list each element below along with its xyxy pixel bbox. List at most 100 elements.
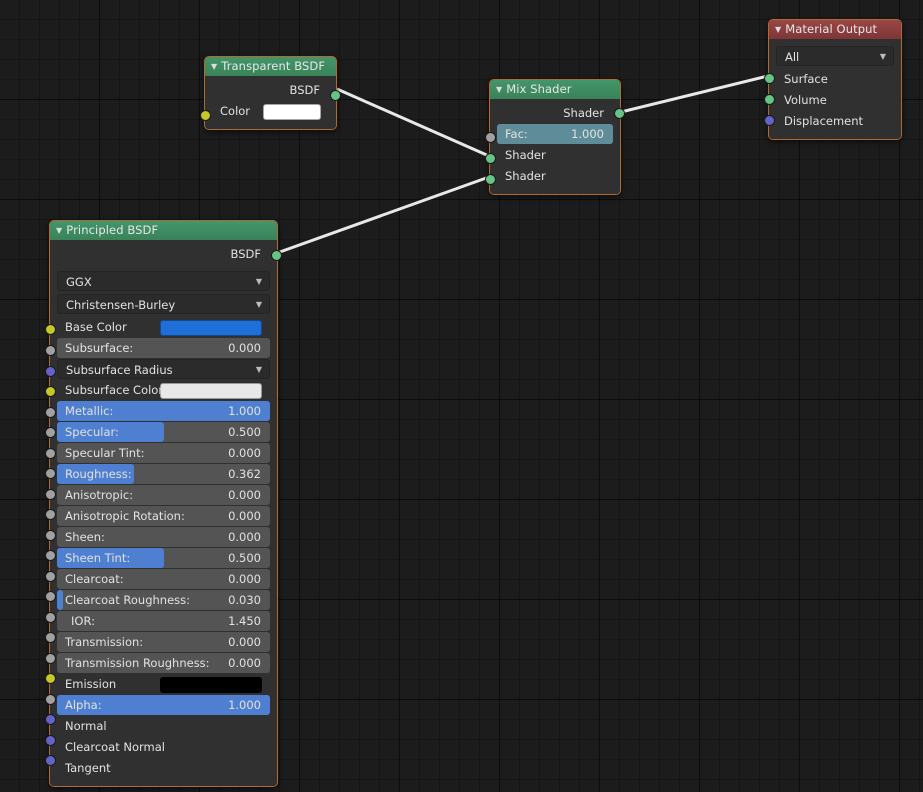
- input-row-emission[interactable]: Emission: [57, 674, 270, 694]
- input-row-volume[interactable]: Volume: [776, 90, 894, 110]
- input-row-sheen-tint[interactable]: Sheen Tint: 0.500: [57, 548, 270, 568]
- output-label-shader: Shader: [563, 106, 604, 120]
- input-row-subsurface[interactable]: Subsurface: 0.000: [57, 338, 270, 358]
- input-label-fac: Fac:: [505, 127, 528, 141]
- socket-input-displacement[interactable]: [764, 115, 775, 126]
- input-row-color[interactable]: Color: [212, 101, 329, 121]
- node-title-principled-bsdf: Principled BSDF: [66, 223, 159, 237]
- input-value-specular: 0.500: [228, 425, 261, 439]
- input-value-fac: 1.000: [571, 127, 604, 141]
- input-row-clearcoat-roughness[interactable]: Clearcoat Roughness: 0.030: [57, 590, 270, 610]
- socket-input-fac[interactable]: [485, 132, 496, 143]
- input-row-transmission[interactable]: Transmission: 0.000: [57, 632, 270, 652]
- input-row-normal[interactable]: Normal: [57, 716, 270, 736]
- input-row-metallic[interactable]: Metallic: 1.000: [57, 401, 270, 421]
- socket-input-alpha[interactable]: [45, 694, 56, 705]
- triangle-down-icon[interactable]: ▼: [775, 20, 781, 39]
- node-header-material-output[interactable]: ▼ Material Output: [769, 20, 901, 39]
- dropdown-target[interactable]: All ▼: [776, 46, 894, 66]
- socket-output-shader[interactable]: [614, 108, 625, 119]
- socket-input-subsurface-color[interactable]: [45, 386, 56, 397]
- triangle-down-icon[interactable]: ▼: [211, 57, 217, 76]
- input-label-sheen-tint: Sheen Tint:: [65, 551, 131, 565]
- node-body-mix-shader: Shader Fac: 1.000 Shader Shader: [490, 99, 620, 194]
- input-row-anisotropic[interactable]: Anisotropic: 0.000: [57, 485, 270, 505]
- input-label-clearcoat-normal: Clearcoat Normal: [65, 740, 166, 754]
- color-swatch-emission[interactable]: [160, 677, 262, 693]
- input-row-surface[interactable]: Surface: [776, 69, 894, 89]
- input-label-anisotropic-rotation: Anisotropic Rotation:: [65, 509, 185, 523]
- input-row-specular-tint[interactable]: Specular Tint: 0.000: [57, 443, 270, 463]
- node-title-transparent-bsdf: Transparent BSDF: [221, 59, 326, 73]
- socket-input-sheen[interactable]: [45, 530, 56, 541]
- socket-input-color[interactable]: [200, 110, 211, 121]
- input-row-roughness[interactable]: Roughness: 0.362: [57, 464, 270, 484]
- input-value-transmission-roughness: 0.000: [228, 656, 261, 670]
- socket-input-metallic[interactable]: [45, 407, 56, 418]
- input-row-ior[interactable]: IOR: 1.450: [57, 611, 270, 631]
- node-header-principled-bsdf[interactable]: ▼ Principled BSDF: [50, 221, 277, 240]
- input-row-shader-2[interactable]: Shader: [497, 166, 613, 186]
- input-label-anisotropic: Anisotropic:: [65, 488, 134, 502]
- socket-output-bsdf[interactable]: [330, 90, 341, 101]
- socket-input-ior[interactable]: [45, 612, 56, 623]
- input-value-transmission: 0.000: [228, 635, 261, 649]
- input-row-specular[interactable]: Specular: 0.500: [57, 422, 270, 442]
- socket-input-specular-tint[interactable]: [45, 448, 56, 459]
- input-row-clearcoat-normal[interactable]: Clearcoat Normal: [57, 737, 270, 757]
- socket-input-base-color[interactable]: [45, 324, 56, 335]
- socket-input-transmission-roughness[interactable]: [45, 653, 56, 664]
- socket-output-bsdf[interactable]: [271, 250, 282, 261]
- triangle-down-icon[interactable]: ▼: [496, 80, 502, 99]
- node-mix-shader[interactable]: ▼ Mix Shader Shader Fac: 1.000 Shader Sha…: [485, 79, 625, 195]
- socket-input-transmission[interactable]: [45, 632, 56, 643]
- socket-input-specular[interactable]: [45, 427, 56, 438]
- node-header-mix-shader[interactable]: ▼ Mix Shader: [490, 80, 620, 99]
- node-material-output[interactable]: ▼ Material Output All ▼ Surface Volume Di…: [764, 19, 902, 140]
- dropdown-distribution[interactable]: GGX ▼: [57, 271, 270, 291]
- node-transparent-bsdf[interactable]: ▼ Transparent BSDF BSDF Color: [200, 56, 341, 130]
- socket-input-clearcoat-roughness[interactable]: [45, 591, 56, 602]
- node-principled-bsdf[interactable]: ▼ Principled BSDF BSDF GGX ▼ Christensen-…: [45, 220, 282, 787]
- node-header-transparent-bsdf[interactable]: ▼ Transparent BSDF: [205, 57, 336, 76]
- input-row-subsurface-radius[interactable]: Subsurface Radius ▼: [57, 359, 270, 379]
- input-value-sheen-tint: 0.500: [228, 551, 261, 565]
- input-row-base-color[interactable]: Base Color: [57, 317, 270, 337]
- socket-input-tangent[interactable]: [45, 755, 56, 766]
- socket-input-shader-2[interactable]: [485, 174, 496, 185]
- input-row-clearcoat[interactable]: Clearcoat: 0.000: [57, 569, 270, 589]
- input-row-shader-1[interactable]: Shader: [497, 145, 613, 165]
- socket-input-anisotropic-rotation[interactable]: [45, 509, 56, 520]
- color-swatch-base-color[interactable]: [160, 320, 262, 336]
- color-swatch-transparent[interactable]: [263, 104, 321, 120]
- input-row-anisotropic-rotation[interactable]: Anisotropic Rotation: 0.000: [57, 506, 270, 526]
- socket-input-roughness[interactable]: [45, 468, 56, 479]
- socket-input-surface[interactable]: [764, 73, 775, 84]
- socket-input-anisotropic[interactable]: [45, 489, 56, 500]
- socket-input-shader-1[interactable]: [485, 153, 496, 164]
- node-title-material-output: Material Output: [785, 22, 878, 36]
- input-row-tangent[interactable]: Tangent: [57, 758, 270, 778]
- input-row-transmission-roughness[interactable]: Transmission Roughness: 0.000: [57, 653, 270, 673]
- socket-input-clearcoat[interactable]: [45, 571, 56, 582]
- input-value-metallic: 1.000: [228, 404, 261, 418]
- socket-input-clearcoat-normal[interactable]: [45, 735, 56, 746]
- socket-input-emission[interactable]: [45, 673, 56, 684]
- color-swatch-subsurface-color[interactable]: [160, 383, 262, 399]
- input-label-shader-2: Shader: [505, 169, 546, 183]
- input-label-subsurface-color: Subsurface Color: [65, 383, 164, 397]
- socket-input-subsurface-radius[interactable]: [45, 366, 56, 377]
- socket-input-normal[interactable]: [45, 714, 56, 725]
- input-label-ior: IOR:: [71, 614, 95, 628]
- socket-input-volume[interactable]: [764, 94, 775, 105]
- input-row-sheen[interactable]: Sheen: 0.000: [57, 527, 270, 547]
- input-row-alpha[interactable]: Alpha: 1.000: [57, 695, 270, 715]
- input-row-displacement[interactable]: Displacement: [776, 111, 894, 131]
- triangle-down-icon[interactable]: ▼: [56, 221, 62, 240]
- dropdown-subsurface-method[interactable]: Christensen-Burley ▼: [57, 294, 270, 314]
- input-label-metallic: Metallic:: [65, 404, 114, 418]
- socket-input-sheen-tint[interactable]: [45, 550, 56, 561]
- input-row-subsurface-color[interactable]: Subsurface Color: [57, 380, 270, 400]
- socket-input-subsurface[interactable]: [45, 345, 56, 356]
- input-row-fac[interactable]: Fac: 1.000: [497, 124, 613, 144]
